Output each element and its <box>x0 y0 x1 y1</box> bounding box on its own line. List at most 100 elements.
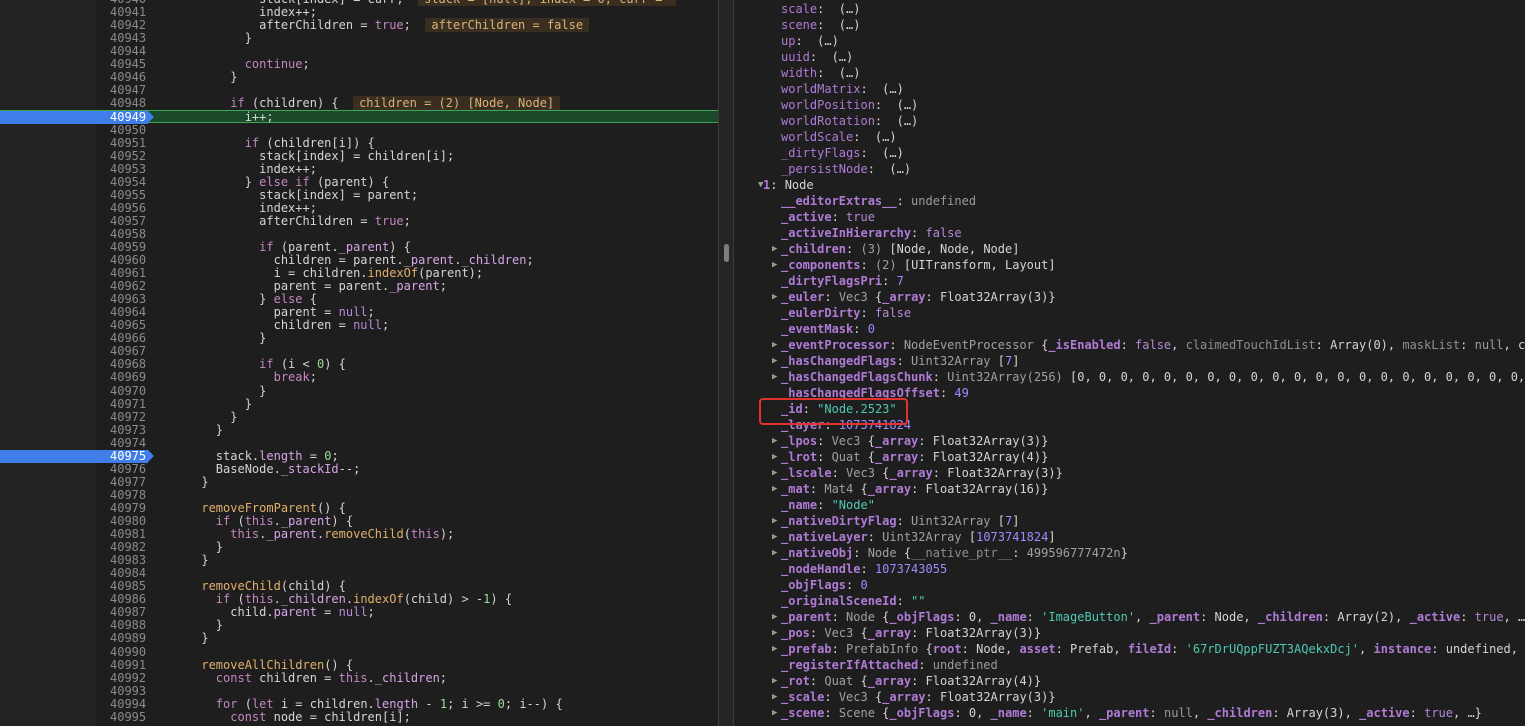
triangle-right-icon[interactable]: ▶ <box>772 449 777 465</box>
scope-property-row[interactable]: _dirtyFlagsPri: 7 <box>734 273 1525 289</box>
pane-splitter[interactable] <box>718 0 734 726</box>
scope-property-row[interactable]: ▼ 1: Node <box>734 177 1525 193</box>
line-number[interactable]: 40982 <box>0 541 148 554</box>
code-line[interactable]: 40942 afterChildren = true; afterChildre… <box>0 18 718 33</box>
scope-property-row[interactable]: worldMatrix: (…) <box>734 81 1525 97</box>
triangle-right-icon[interactable]: ▶ <box>772 545 777 561</box>
code-line[interactable]: 40968 if (i < 0) { <box>0 358 718 371</box>
code-line[interactable]: 40973 } <box>0 423 718 437</box>
line-number[interactable]: 40964 <box>0 306 148 319</box>
line-number[interactable]: 40959 <box>0 240 148 254</box>
line-number[interactable]: 40951 <box>0 136 148 150</box>
triangle-right-icon[interactable]: ▶ <box>772 705 777 721</box>
scope-property-row[interactable]: _originalSceneId: "" <box>734 593 1525 609</box>
triangle-right-icon[interactable]: ▶ <box>772 289 777 305</box>
line-number[interactable]: 40963 <box>0 293 148 306</box>
scope-property-row[interactable]: ▶ _nativeLayer: Uint32Array [1073741824] <box>734 529 1525 545</box>
code-line[interactable]: 40978 <box>0 488 718 502</box>
code-line[interactable]: 40948 if (children) { children = (2) [No… <box>0 96 718 111</box>
scope-property-row[interactable]: ▶ _rot: Quat {_array: Float32Array(4)} <box>734 673 1525 689</box>
scope-property-row[interactable]: ▶ _lrot: Quat {_array: Float32Array(4)} <box>734 449 1525 465</box>
code-line[interactable]: 40963 } else { <box>0 293 718 306</box>
line-number[interactable]: 40942 <box>0 19 148 32</box>
scope-property-row[interactable]: ▶ _scene: Scene {_objFlags: 0, _name: 'ma… <box>734 705 1525 721</box>
code-line[interactable]: 40964 parent = null; <box>0 306 718 319</box>
scope-property-row[interactable]: _name: "Node" <box>734 497 1525 513</box>
code-line[interactable]: 40946 } <box>0 71 718 84</box>
line-number[interactable]: 40953 <box>0 162 148 176</box>
triangle-right-icon[interactable]: ▶ <box>772 337 777 353</box>
line-number[interactable]: 40965 <box>0 319 148 332</box>
code-line[interactable]: 40960 children = parent._parent._childre… <box>0 254 718 267</box>
scope-property-row[interactable]: ▶ _parent: Node {_objFlags: 0, _name: 'Im… <box>734 609 1525 625</box>
line-number[interactable]: 40985 <box>0 580 148 593</box>
line-number[interactable]: 40992 <box>0 671 148 685</box>
scope-property-row[interactable]: ▶ _lscale: Vec3 {_array: Float32Array(3)} <box>734 465 1525 481</box>
code-line[interactable]: 40980 if (this._parent) { <box>0 515 718 528</box>
line-number[interactable]: 40967 <box>0 345 148 358</box>
line-number[interactable]: 40988 <box>0 619 148 632</box>
code-line[interactable]: 40970 } <box>0 384 718 398</box>
scope-variables-pane[interactable]: scale: (…) scene: (…) up: (…) uuid: (…) widt… <box>734 0 1525 726</box>
line-number[interactable]: 40958 <box>0 227 148 241</box>
code-line[interactable]: 40984 <box>0 567 718 580</box>
scope-property-row[interactable]: _persistNode: (…) <box>734 161 1525 177</box>
line-number[interactable]: 40946 <box>0 71 148 84</box>
scope-property-row[interactable]: _eventMask: 0 <box>734 321 1525 337</box>
code-line[interactable]: 40957 afterChildren = true; <box>0 214 718 228</box>
splitter-handle[interactable] <box>724 244 729 262</box>
code-line[interactable]: 40954 } else if (parent) { <box>0 175 718 189</box>
code-line[interactable]: 40987 child.parent = null; <box>0 606 718 619</box>
line-number[interactable]: 40960 <box>0 254 148 267</box>
triangle-right-icon[interactable]: ▶ <box>772 353 777 369</box>
code-line[interactable]: 40941 index++; <box>0 6 718 19</box>
code-line[interactable]: 40995 const node = children[i]; <box>0 710 718 724</box>
code-line[interactable]: 40956 index++; <box>0 201 718 215</box>
triangle-right-icon[interactable]: ▶ <box>772 641 777 657</box>
scope-property-row[interactable]: ▶ _lpos: Vec3 {_array: Float32Array(3)} <box>734 433 1525 449</box>
code-line[interactable]: 40985 removeChild(child) { <box>0 580 718 593</box>
code-line[interactable]: 40965 children = null; <box>0 319 718 332</box>
scope-property-row[interactable]: scene: (…) <box>734 17 1525 33</box>
triangle-right-icon[interactable]: ▶ <box>772 433 777 449</box>
scope-property-row[interactable]: ▶ _nativeDirtyFlag: Uint32Array [7] <box>734 513 1525 529</box>
scope-property-row[interactable]: ▶ _hasChangedFlagsChunk: Uint32Array(256)… <box>734 369 1525 385</box>
code-line[interactable]: 40951 if (children[i]) { <box>0 136 718 150</box>
code-line[interactable]: 40953 index++; <box>0 162 718 176</box>
code-line[interactable]: 40986 if (this._children.indexOf(child) … <box>0 593 718 606</box>
scope-property-row[interactable]: _nodeHandle: 1073743055 <box>734 561 1525 577</box>
scope-property-row[interactable]: worldPosition: (…) <box>734 97 1525 113</box>
line-number[interactable]: 40984 <box>0 567 148 580</box>
code-line[interactable]: 40983 } <box>0 554 718 567</box>
line-number[interactable]: 40973 <box>0 423 148 437</box>
triangle-right-icon[interactable]: ▶ <box>772 673 777 689</box>
line-number[interactable]: 40989 <box>0 632 148 645</box>
scope-property-row[interactable]: _dirtyFlags: (…) <box>734 145 1525 161</box>
line-number[interactable]: 40948 <box>0 97 148 110</box>
code-line[interactable]: 40990 <box>0 645 718 659</box>
scope-property-row[interactable]: ▶ _prefab: PrefabInfo {root: Node, asset:… <box>734 641 1525 657</box>
line-number[interactable]: 40956 <box>0 201 148 215</box>
triangle-right-icon[interactable]: ▶ <box>772 257 777 273</box>
scope-property-row[interactable]: _objFlags: 0 <box>734 577 1525 593</box>
code-line[interactable]: 40967 <box>0 345 718 358</box>
line-number[interactable]: 40955 <box>0 188 148 202</box>
line-number[interactable]: 40991 <box>0 658 148 672</box>
code-line[interactable]: 40966 } <box>0 332 718 345</box>
scope-property-row[interactable]: scale: (…) <box>734 1 1525 17</box>
line-number[interactable]: 40993 <box>0 684 148 698</box>
line-number[interactable]: 40994 <box>0 697 148 711</box>
line-number[interactable]: 40970 <box>0 384 148 398</box>
triangle-right-icon[interactable]: ▶ <box>772 369 777 385</box>
line-number[interactable]: 40987 <box>0 606 148 619</box>
code-line[interactable]: 40959 if (parent._parent) { <box>0 240 718 254</box>
scope-property-row[interactable]: ▶ _nativeObj: Node {__native_ptr__: 49959… <box>734 545 1525 561</box>
line-number[interactable]: 40983 <box>0 554 148 567</box>
line-number[interactable]: 40952 <box>0 149 148 163</box>
code-line[interactable]: 40955 stack[index] = parent; <box>0 188 718 202</box>
line-number[interactable]: 40980 <box>0 515 148 528</box>
line-number[interactable]: 40976 <box>0 462 148 476</box>
scope-property-row[interactable]: ▶ _scale: Vec3 {_array: Float32Array(3)} <box>734 689 1525 705</box>
code-line[interactable]: 40981 this._parent.removeChild(this); <box>0 528 718 541</box>
code-line[interactable]: 40992 const children = this._children; <box>0 671 718 685</box>
